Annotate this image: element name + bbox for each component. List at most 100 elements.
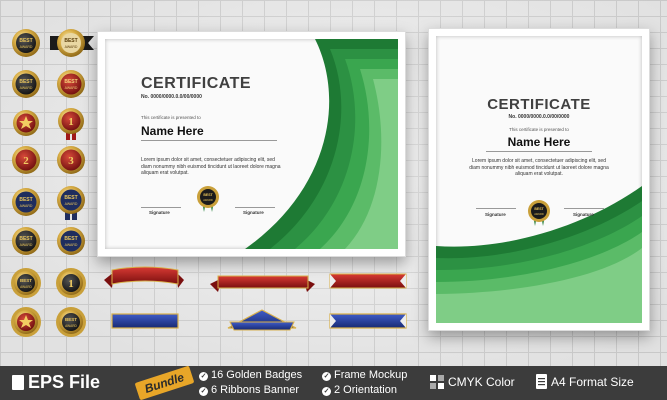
badge-text: BEST bbox=[20, 278, 32, 283]
green-wave-decoration bbox=[436, 186, 642, 323]
certificate-seal-icon: BEST AWARD bbox=[197, 186, 219, 212]
badge-star-gold bbox=[11, 307, 41, 337]
seal-text: AWARD bbox=[203, 198, 213, 202]
badge-text: BEST bbox=[64, 79, 77, 85]
certificate-number: No. 0000/0000.0.0/00/0000 bbox=[508, 114, 570, 120]
signature-right: Signature bbox=[243, 210, 264, 215]
feature-text: Frame Mockup bbox=[334, 369, 408, 381]
ribbon-red-straight bbox=[210, 275, 315, 292]
badge-best-award-blue-ribbon: BEST AWARD bbox=[57, 186, 85, 220]
ribbon-red-curved bbox=[104, 266, 184, 288]
portrait-frame: CERTIFICATE No. 0000/0000.0.0/00/0000 Th… bbox=[428, 28, 650, 331]
green-wave-decoration bbox=[245, 39, 398, 249]
badge-text: AWARD bbox=[20, 86, 33, 90]
badge-best-award-red: BEST AWARD bbox=[57, 70, 85, 98]
certificate-body: Lorem ipsum dolor sit amet, consectetuer… bbox=[436, 158, 642, 178]
cmyk-grid-icon bbox=[430, 375, 444, 389]
badge-text: AWARD bbox=[65, 45, 78, 49]
certificate-title: CERTIFICATE bbox=[141, 75, 252, 92]
name-underline bbox=[486, 151, 592, 152]
badge-number: 2 bbox=[23, 155, 29, 167]
badge-best-award-dark: BEST AWARD bbox=[12, 29, 40, 57]
signature-left: Signature bbox=[149, 210, 170, 215]
body-line: aliquam erat volutpat. bbox=[141, 170, 189, 176]
badge-text: AWARD bbox=[20, 45, 33, 49]
badge-number: 1 bbox=[68, 278, 74, 290]
badge-text: AWARD bbox=[65, 243, 78, 247]
badge-best-award-navy: BEST AWARD bbox=[12, 227, 40, 255]
body-line: aliquam erat volutpat. bbox=[515, 171, 563, 177]
feature-frame-mockup: ✓ Frame Mockup bbox=[322, 369, 407, 381]
feature-orientation: ✓ 2 Orientation bbox=[322, 384, 397, 396]
check-icon: ✓ bbox=[322, 387, 331, 396]
badge-text: BEST bbox=[19, 79, 32, 85]
ribbon-blue-flat bbox=[111, 313, 179, 329]
badge-text: BEST bbox=[65, 317, 77, 322]
seal-text: BEST bbox=[203, 193, 213, 197]
certificate-name: Name Here bbox=[141, 124, 204, 138]
badge-text: BEST bbox=[19, 38, 32, 44]
feature-a4-format: A4 Format Size bbox=[551, 375, 634, 389]
feature-ribbons-banner: ✓ 6 Ribbons Banner bbox=[199, 384, 299, 396]
ribbon-blue-banner bbox=[329, 313, 407, 329]
badge-text: AWARD bbox=[65, 86, 78, 90]
ribbons-collection bbox=[104, 266, 407, 331]
badge-text: AWARD bbox=[20, 243, 33, 247]
certificate-name: Name Here bbox=[507, 135, 571, 149]
badge-best-award-round-dark: BEST AWARD bbox=[12, 70, 40, 98]
certificate-title: CERTIFICATE bbox=[487, 96, 591, 113]
document-icon bbox=[536, 374, 547, 389]
badge-best-award-ribbon: BEST AWARD bbox=[50, 29, 94, 57]
signature-line-left bbox=[141, 207, 181, 208]
badge-best-award-sun: BEST AWARD bbox=[11, 268, 41, 298]
badge-best-award-blue: BEST AWARD bbox=[12, 188, 40, 216]
badge-text: BEST bbox=[19, 236, 32, 242]
badge-star-red bbox=[13, 110, 39, 136]
check-icon: ✓ bbox=[199, 387, 208, 396]
badge-best-award-dark-gold: BEST AWARD bbox=[56, 307, 86, 337]
badge-text: BEST bbox=[64, 236, 77, 242]
badge-text: AWARD bbox=[20, 204, 33, 208]
bundle-tag: Bundle bbox=[134, 365, 195, 400]
badge-number-one-gold: 1 bbox=[56, 268, 86, 298]
body-line: Lorem ipsum dolor sit amet, consectetuer… bbox=[141, 157, 275, 163]
landscape-certificate: CERTIFICATE No. 0000/0000.0.0/00/0000 Th… bbox=[105, 39, 398, 249]
landscape-frame: CERTIFICATE No. 0000/0000.0.0/00/0000 Th… bbox=[97, 31, 406, 257]
certificate-body: Lorem ipsum dolor sit amet, consectetuer… bbox=[141, 157, 281, 177]
signature-right: Signature bbox=[573, 212, 594, 217]
ribbon-blue-crown bbox=[227, 309, 297, 331]
ribbon-red-flat bbox=[329, 273, 407, 289]
check-icon: ✓ bbox=[199, 372, 208, 381]
feature-text: 2 Orientation bbox=[334, 384, 397, 396]
certificate-number: No. 0000/0000.0.0/00/0000 bbox=[141, 94, 202, 100]
file-icon bbox=[12, 375, 24, 390]
badge-text: AWARD bbox=[20, 285, 32, 289]
seal-text: AWARD bbox=[534, 212, 544, 216]
signature-line-right bbox=[564, 208, 604, 209]
eps-file-label: EPS File bbox=[28, 372, 101, 392]
badges-collection: BEST AWARD BEST AWARD BEST AWARD BEST AW… bbox=[11, 29, 94, 337]
badge-text: BEST bbox=[64, 195, 77, 201]
check-icon: ✓ bbox=[322, 372, 331, 381]
mockup-canvas: BEST AWARD BEST AWARD BEST AWARD BEST AW… bbox=[0, 0, 667, 400]
badge-best-award-gold: BEST AWARD bbox=[57, 227, 85, 255]
signature-line-left bbox=[476, 208, 516, 209]
badge-number-two: 2 bbox=[12, 146, 40, 174]
badge-number: 1 bbox=[68, 116, 74, 128]
seal-text: BEST bbox=[534, 207, 544, 211]
badge-text: AWARD bbox=[65, 324, 77, 328]
badge-text: BEST bbox=[64, 38, 77, 44]
name-underline bbox=[141, 140, 277, 141]
feature-golden-badges: ✓ 16 Golden Badges bbox=[199, 369, 302, 381]
signature-line-right bbox=[235, 207, 275, 208]
badge-number: 3 bbox=[68, 155, 74, 167]
badge-number-one-red: 1 bbox=[58, 108, 84, 140]
feature-text: 6 Ribbons Banner bbox=[211, 384, 300, 396]
certificate-presented: This certificate is presented to bbox=[509, 127, 569, 132]
badge-number-three: 3 bbox=[57, 146, 85, 174]
feature-text: 16 Golden Badges bbox=[211, 369, 303, 381]
feature-cmyk: CMYK Color bbox=[448, 375, 515, 389]
badge-text: AWARD bbox=[65, 202, 78, 206]
signature-left: Signature bbox=[485, 212, 506, 217]
certificate-seal-icon: BEST AWARD bbox=[528, 200, 550, 226]
